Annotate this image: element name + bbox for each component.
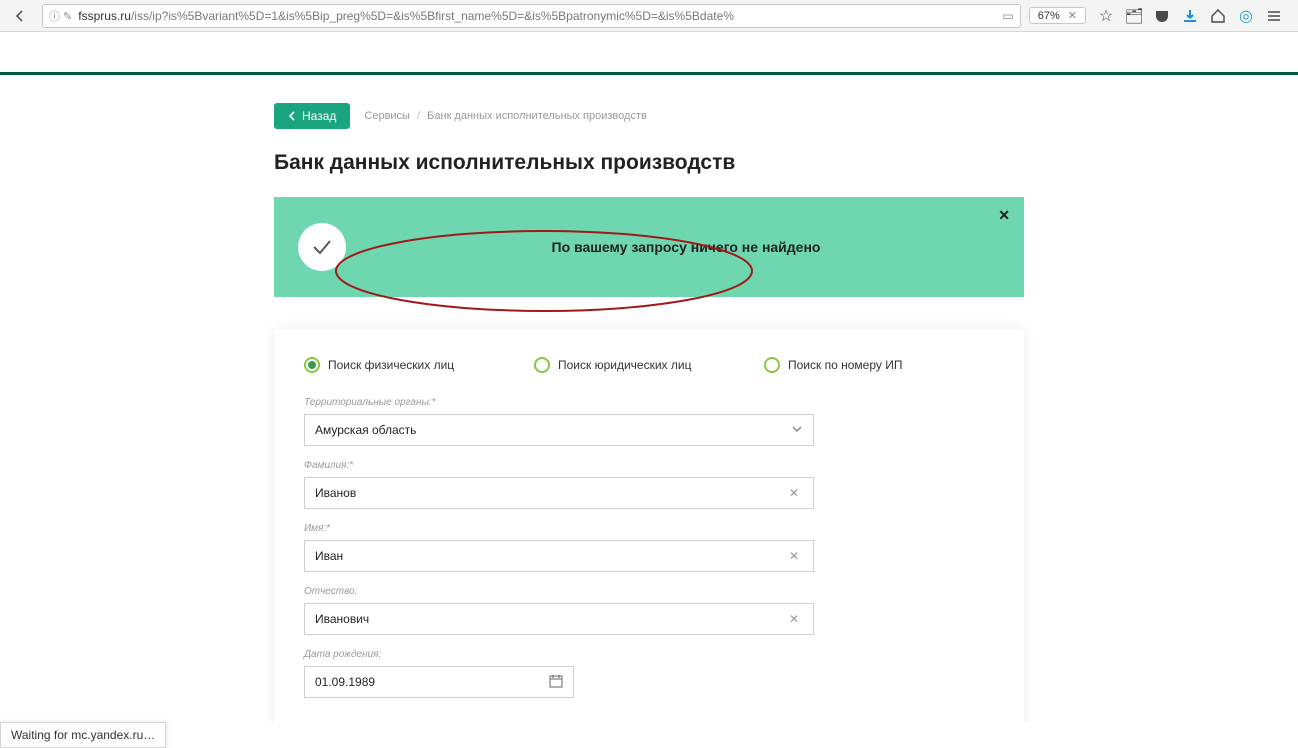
reader-mode-icon[interactable]: ▭ bbox=[1002, 9, 1013, 23]
radio-individuals[interactable]: Поиск физических лиц bbox=[304, 357, 534, 373]
browser-toolbar: ⓘ ✎ fssprus.ru/iss/ip?is%5Bvariant%5D=1&… bbox=[0, 0, 1298, 32]
clear-icon[interactable]: ✕ bbox=[785, 612, 803, 626]
patronymic-label: Отчество: bbox=[304, 586, 994, 597]
home-icon[interactable] bbox=[1208, 6, 1228, 26]
page-viewport: Назад Сервисы / Банк данных исполнительн… bbox=[0, 32, 1298, 722]
lastname-field[interactable]: Иванов ✕ bbox=[304, 477, 814, 509]
calendar-icon bbox=[549, 674, 563, 691]
patronymic-field[interactable]: Иванович ✕ bbox=[304, 603, 814, 635]
breadcrumb: Сервисы / Банк данных исполнительных про… bbox=[364, 110, 646, 122]
menu-icon[interactable] bbox=[1264, 6, 1284, 26]
result-alert: По вашему запросу ничего не найдено ✕ bbox=[274, 197, 1024, 297]
connection-icon: ⓘ ✎ bbox=[49, 8, 72, 24]
radio-by-number[interactable]: Поиск по номеру ИП bbox=[764, 357, 994, 373]
back-button[interactable]: Назад bbox=[274, 103, 350, 129]
radio-icon bbox=[304, 357, 320, 373]
pocket-icon[interactable] bbox=[1152, 6, 1172, 26]
library-icon[interactable]: 🗂 bbox=[1124, 6, 1144, 26]
firstname-field[interactable]: Иван ✕ bbox=[304, 540, 814, 572]
clear-icon[interactable]: ✕ bbox=[785, 549, 803, 563]
dob-label: Дата рождения: bbox=[304, 649, 994, 660]
bookmark-star-icon[interactable]: ☆ bbox=[1096, 6, 1116, 26]
address-bar[interactable]: ⓘ ✎ fssprus.ru/iss/ip?is%5Bvariant%5D=1&… bbox=[42, 4, 1021, 28]
toolbar-actions: ☆ 🗂 ◎ bbox=[1088, 6, 1292, 26]
alert-message: По вашему запросу ничего не найдено bbox=[372, 239, 1000, 255]
breadcrumb-separator: / bbox=[417, 110, 420, 122]
page-title: Банк данных исполнительных производств bbox=[274, 151, 1024, 175]
search-type-radio-group: Поиск физических лиц Поиск юридических л… bbox=[304, 357, 994, 373]
zoom-indicator[interactable]: 67% ✕ bbox=[1029, 7, 1086, 24]
downloads-icon[interactable] bbox=[1180, 6, 1200, 26]
url-text: fssprus.ru/iss/ip?is%5Bvariant%5D=1&is%5… bbox=[78, 9, 996, 23]
territory-select[interactable]: Амурская область bbox=[304, 414, 814, 446]
close-icon[interactable]: ✕ bbox=[998, 207, 1010, 224]
back-nav-button[interactable] bbox=[6, 3, 34, 29]
radio-legal-entities[interactable]: Поиск юридических лиц bbox=[534, 357, 764, 373]
radio-icon bbox=[764, 357, 780, 373]
page-top-bar: Назад Сервисы / Банк данных исполнительн… bbox=[274, 103, 1024, 129]
extension-icon[interactable]: ◎ bbox=[1236, 6, 1256, 26]
zoom-reset-icon[interactable]: ✕ bbox=[1068, 9, 1077, 22]
breadcrumb-item[interactable]: Сервисы bbox=[364, 110, 410, 122]
radio-icon bbox=[534, 357, 550, 373]
lastname-label: Фамилия:* bbox=[304, 460, 994, 471]
clear-icon[interactable]: ✕ bbox=[785, 486, 803, 500]
chevron-down-icon bbox=[791, 423, 803, 438]
search-form: Поиск физических лиц Поиск юридических л… bbox=[274, 329, 1024, 722]
checkmark-icon bbox=[298, 223, 346, 271]
browser-status-bar: Waiting for mc.yandex.ru… bbox=[0, 722, 166, 748]
chevron-left-icon bbox=[288, 111, 296, 121]
dob-field[interactable]: 01.09.1989 bbox=[304, 666, 574, 698]
firstname-label: Имя:* bbox=[304, 523, 994, 534]
breadcrumb-item: Банк данных исполнительных производств bbox=[427, 110, 647, 122]
territory-label: Территориальные органы:* bbox=[304, 397, 994, 408]
